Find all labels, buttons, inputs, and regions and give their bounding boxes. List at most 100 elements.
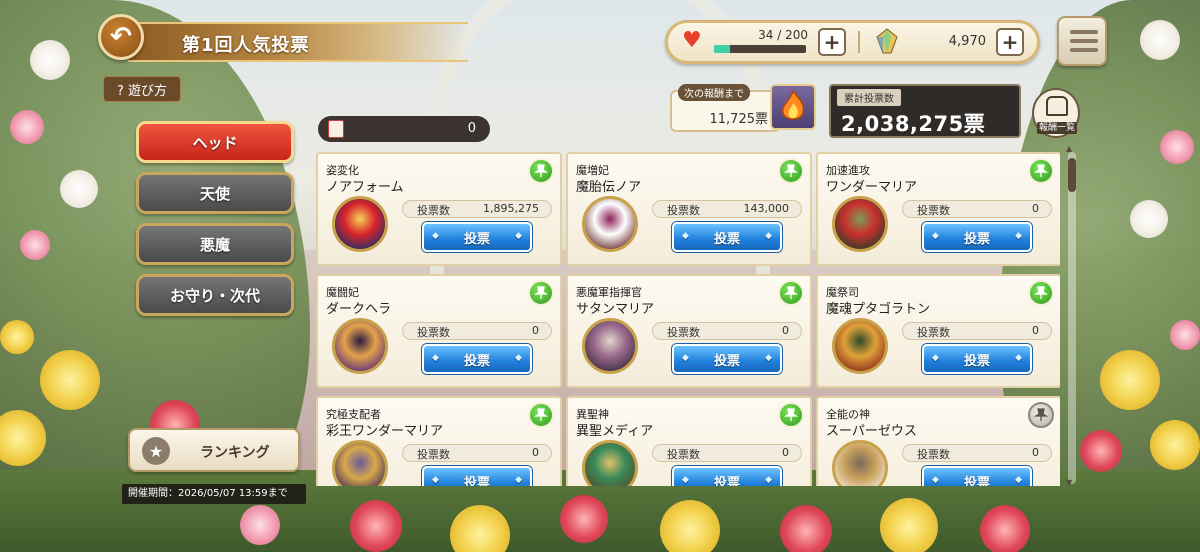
scroll-down-icon[interactable]: ▼ xyxy=(1066,478,1072,487)
rose-decoration xyxy=(560,495,608,543)
character-card[interactable]: 姿変化ノアフォーム投票数1,895,275投票 xyxy=(316,152,562,266)
character-portrait[interactable] xyxy=(332,318,388,374)
character-card[interactable]: 異聖神異聖メディア投票数0投票 xyxy=(566,396,812,486)
total-votes-label: 累計投票数 xyxy=(837,89,901,106)
character-card[interactable]: 魔祭司魔魂プタゴラトン投票数0投票 xyxy=(816,274,1060,388)
character-portrait[interactable] xyxy=(582,440,638,486)
rose-decoration xyxy=(660,500,720,552)
character-card[interactable]: 魔闘妃ダークヘラ投票数0投票 xyxy=(316,274,562,388)
ranking-label: ランキング xyxy=(200,445,270,461)
character-portrait[interactable] xyxy=(832,440,888,486)
vote-button[interactable]: 投票 xyxy=(422,344,532,374)
vote-count-box: 投票数 0 xyxy=(902,322,1052,340)
vote-count-value: 143,000 xyxy=(743,202,790,215)
vote-button[interactable]: 投票 xyxy=(422,222,532,252)
next-reward-item[interactable] xyxy=(770,84,816,130)
resource-bar: ♥ 34 / 200 + 4,970 + xyxy=(665,20,1040,64)
character-portrait[interactable] xyxy=(582,318,638,374)
vote-count-value: 0 xyxy=(532,446,539,459)
pin-icon[interactable] xyxy=(528,280,554,306)
vote-button[interactable]: 投票 xyxy=(672,344,782,374)
tab-1[interactable]: 天使 xyxy=(136,172,294,214)
hamburger-icon xyxy=(1070,39,1098,43)
pin-icon[interactable] xyxy=(1028,158,1054,184)
character-name: 彩王ワンダーマリア xyxy=(326,424,444,439)
vote-count-box: 投票数 0 xyxy=(402,322,552,340)
vote-button-label: 投票 xyxy=(963,353,990,369)
character-portrait[interactable] xyxy=(832,196,888,252)
rose-decoration xyxy=(240,505,280,545)
back-arrow-icon: ↶ xyxy=(110,22,132,52)
tab-label: ヘッド xyxy=(192,133,238,152)
vote-count-value: 0 xyxy=(1032,202,1039,215)
tab-3[interactable]: お守り・次代 xyxy=(136,274,294,316)
tab-label: 悪魔 xyxy=(199,235,230,254)
vote-count-value: 0 xyxy=(782,446,789,459)
rose-decoration xyxy=(980,505,1030,552)
rose-decoration xyxy=(1170,320,1200,350)
vote-button-label: 投票 xyxy=(463,353,490,369)
vote-button[interactable]: 投票 xyxy=(922,222,1032,252)
stamina-bar xyxy=(714,45,806,53)
character-name: ダークヘラ xyxy=(326,302,392,317)
character-portrait[interactable] xyxy=(582,196,638,252)
character-card[interactable]: 加速進攻ワンダーマリア投票数0投票 xyxy=(816,152,1060,266)
pin-icon[interactable] xyxy=(528,402,554,428)
ranking-button[interactable]: ★ ランキング xyxy=(128,428,300,472)
crystal-count: 4,970 xyxy=(948,34,986,49)
event-period: 開催期間：2026/05/07 13:59まで xyxy=(122,484,306,504)
grid-scrollbar[interactable] xyxy=(1068,152,1076,484)
how-to-play-button[interactable]: ? 遊び方 xyxy=(103,76,181,102)
character-portrait[interactable] xyxy=(832,318,888,374)
vote-button-label: 投票 xyxy=(713,353,740,369)
next-reward-value: 11,725票 xyxy=(709,112,769,127)
vote-button[interactable]: 投票 xyxy=(672,222,782,252)
vote-count-value: 1,895,275 xyxy=(483,202,539,215)
pin-icon[interactable] xyxy=(528,158,554,184)
vote-ticket-count: 0 xyxy=(467,121,476,136)
vote-button[interactable]: 投票 xyxy=(922,466,1032,486)
pin-icon[interactable] xyxy=(1028,402,1054,428)
vote-count-box: 投票数 0 xyxy=(652,444,802,462)
reward-list-button[interactable]: 報酬一覧 xyxy=(1032,88,1080,138)
pin-icon[interactable] xyxy=(778,402,804,428)
pin-icon[interactable] xyxy=(778,280,804,306)
vote-count-label: 投票数 xyxy=(917,448,950,461)
vote-count-value: 0 xyxy=(532,324,539,337)
character-portrait[interactable] xyxy=(332,196,388,252)
back-button[interactable]: ↶ xyxy=(98,14,144,60)
add-crystal-button[interactable]: + xyxy=(996,28,1024,56)
tab-0[interactable]: ヘッド xyxy=(136,121,294,163)
vote-button[interactable]: 投票 xyxy=(922,344,1032,374)
character-card[interactable]: 魔増妃魔胎伝ノア投票数143,000投票 xyxy=(566,152,812,266)
title-bar: 第1回人気投票 xyxy=(128,22,468,62)
vote-button-label: 投票 xyxy=(463,231,490,247)
vote-count-label: 投票数 xyxy=(417,204,450,217)
scrollbar-thumb[interactable] xyxy=(1068,158,1076,192)
divider xyxy=(858,31,860,53)
character-card[interactable]: 究極支配者彩王ワンダーマリア投票数0投票 xyxy=(316,396,562,486)
pin-icon[interactable] xyxy=(778,158,804,184)
stamina-text: 34 / 200 xyxy=(758,28,808,42)
character-card[interactable]: 全能の神スーパーゼウス投票数0投票 xyxy=(816,396,1060,486)
stamina-heart-icon: ♥ xyxy=(682,28,702,53)
vote-button[interactable]: 投票 xyxy=(672,466,782,486)
vote-count-label: 投票数 xyxy=(667,204,700,217)
vote-count-box: 投票数 0 xyxy=(402,444,552,462)
rose-decoration xyxy=(1130,200,1168,238)
vote-button[interactable]: 投票 xyxy=(422,466,532,486)
add-stamina-button[interactable]: + xyxy=(818,28,846,56)
vote-count-box: 投票数 0 xyxy=(902,444,1052,462)
tab-2[interactable]: 悪魔 xyxy=(136,223,294,265)
pin-icon[interactable] xyxy=(1028,280,1054,306)
stamina-bar-fill xyxy=(714,45,730,53)
rose-decoration xyxy=(1150,420,1200,470)
vote-button-label: 投票 xyxy=(713,231,740,247)
character-card[interactable]: 悪魔軍指揮官サタンマリア投票数0投票 xyxy=(566,274,812,388)
menu-button[interactable] xyxy=(1057,16,1107,66)
page-title: 第1回人気投票 xyxy=(182,35,310,56)
character-portrait[interactable] xyxy=(332,440,388,486)
character-name: 魔魂プタゴラトン xyxy=(826,302,931,317)
vote-count-label: 投票数 xyxy=(417,326,450,339)
vote-button-label: 投票 xyxy=(463,475,490,487)
